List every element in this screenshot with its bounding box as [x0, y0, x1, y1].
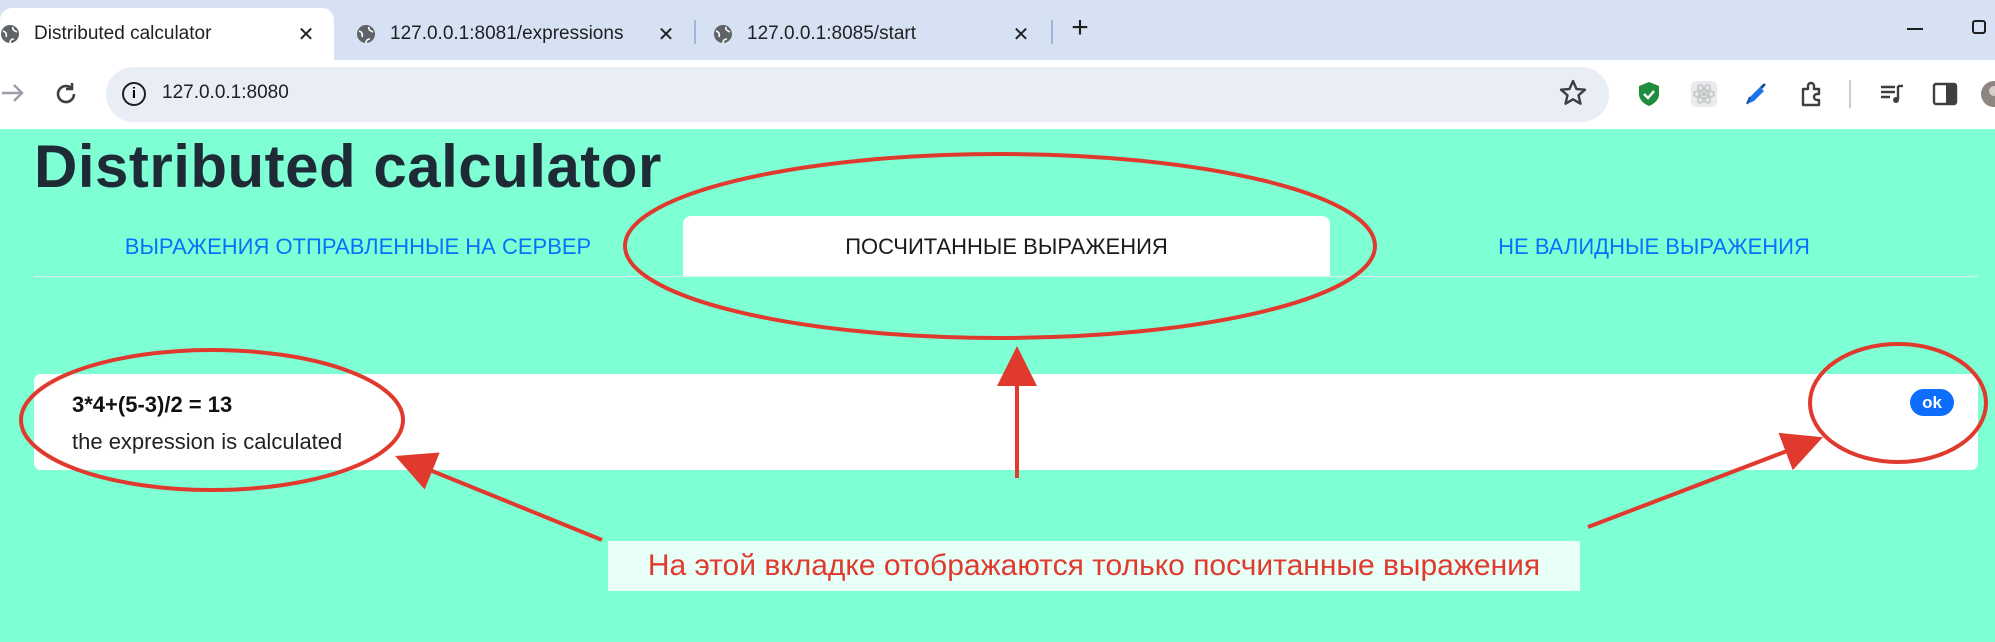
tab-title: 127.0.0.1:8085/start	[747, 23, 917, 44]
tab-sent-expressions[interactable]: ВЫРАЖЕНИЯ ОТПРАВЛЕННЫЕ НА СЕРВЕР	[34, 216, 682, 277]
tab-calculated-expressions[interactable]: ПОСЧИТАННЫЕ ВЫРАЖЕНИЯ	[683, 216, 1330, 277]
page-title: Distributed calculator	[34, 133, 662, 200]
tab-invalid-expressions[interactable]: НЕ ВАЛИДНЫЕ ВЫРАЖЕНИЯ	[1330, 216, 1978, 277]
minimize-icon[interactable]	[1905, 14, 1925, 44]
globe-icon	[356, 24, 376, 44]
expression-result: 3*4+(5-3)/2 = 13	[72, 392, 233, 417]
browser-tab-start[interactable]: 127.0.0.1:8085/start ✕	[713, 8, 1049, 60]
eyedropper-icon[interactable]	[1743, 80, 1771, 108]
tabs-divider	[34, 276, 1978, 277]
arrow-right-icon[interactable]	[0, 80, 26, 106]
media-control-icon[interactable]	[1878, 80, 1906, 108]
toolbar-separator	[1849, 80, 1851, 108]
tab-title: Distributed calculator	[34, 23, 212, 44]
star-icon[interactable]	[1558, 78, 1588, 115]
shield-extension-icon[interactable]	[1635, 80, 1663, 108]
tab-separator	[694, 20, 696, 44]
close-tab-icon[interactable]: ✕	[652, 20, 680, 48]
status-badge: ok	[1910, 389, 1954, 416]
info-icon[interactable]: i	[122, 82, 146, 106]
new-tab-button[interactable]: +	[1065, 13, 1095, 44]
address-bar[interactable]	[106, 67, 1609, 122]
expression-status-text: the expression is calculated	[72, 429, 343, 454]
close-tab-icon[interactable]: ✕	[1007, 20, 1035, 48]
extensions-puzzle-icon[interactable]	[1798, 80, 1826, 108]
expression-card	[34, 374, 1978, 470]
close-tab-icon[interactable]: ✕	[292, 20, 320, 48]
profile-avatar[interactable]	[1980, 80, 1995, 108]
restore-icon[interactable]	[1972, 20, 1986, 34]
side-panel-icon[interactable]	[1931, 80, 1959, 108]
reload-icon[interactable]	[52, 80, 80, 108]
browser-tab-expressions[interactable]: 127.0.0.1:8081/expressions ✕	[356, 8, 694, 60]
globe-icon	[713, 24, 733, 44]
tab-title: 127.0.0.1:8081/expressions	[390, 23, 624, 44]
annotation-arrow-left	[395, 452, 603, 542]
annotation-caption: На этой вкладке отображаются только посч…	[608, 541, 1580, 591]
tab-separator	[1051, 20, 1053, 44]
browser-tab-distributed-calculator[interactable]: Distributed calculator ✕	[0, 8, 334, 60]
react-extension-icon[interactable]	[1690, 80, 1718, 108]
address-url[interactable]: 127.0.0.1:8080	[162, 82, 289, 104]
globe-icon	[0, 24, 20, 44]
